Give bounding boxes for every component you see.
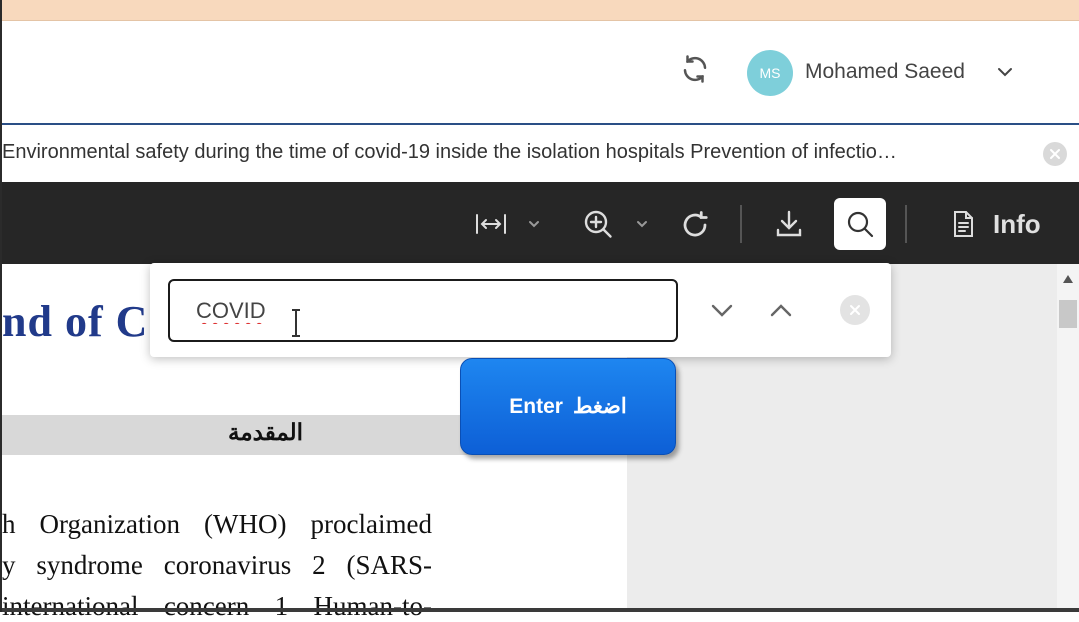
press-label-arabic: اضغط — [572, 395, 627, 418]
enter-label: Enter — [509, 394, 563, 418]
browser-top-strip — [0, 0, 1079, 21]
chevron-down-icon — [711, 304, 733, 317]
zoom-dropdown[interactable] — [632, 214, 652, 234]
fit-width-icon — [476, 214, 506, 234]
search-button[interactable] — [834, 198, 886, 250]
document-heading: nd of Co — [2, 297, 172, 346]
next-result-button[interactable] — [706, 294, 738, 326]
window-bottom-edge — [0, 608, 1079, 612]
document-info-icon — [954, 211, 973, 237]
close-document-button[interactable] — [1043, 142, 1067, 166]
scroll-up-arrow[interactable] — [1063, 275, 1073, 283]
download-button[interactable] — [770, 206, 808, 242]
window-left-edge — [0, 0, 2, 612]
fit-width-button[interactable] — [472, 209, 510, 239]
toolbar-divider — [740, 205, 742, 243]
rotate-icon — [683, 211, 708, 237]
info-label[interactable]: Info — [993, 209, 1041, 240]
scrollbar-thumb[interactable] — [1059, 300, 1077, 328]
paragraph-line: h Organization (WHO) proclaimed — [2, 509, 432, 539]
info-button[interactable] — [948, 206, 978, 242]
chevron-down-icon[interactable] — [995, 62, 1015, 82]
zoom-in-icon — [584, 210, 612, 238]
chevron-down-icon — [529, 221, 539, 228]
download-icon — [776, 210, 802, 237]
enter-instruction-button[interactable]: Enter اضغط — [460, 358, 676, 455]
refresh-button[interactable] — [678, 52, 712, 86]
avatar[interactable]: MS — [747, 50, 793, 96]
close-icon — [1050, 149, 1060, 159]
chevron-down-icon — [637, 221, 647, 228]
paragraph-line: international concern 1 Human-to- — [2, 591, 432, 621]
previous-result-button[interactable] — [765, 294, 797, 326]
toolbar-divider — [905, 205, 907, 243]
search-input[interactable] — [168, 279, 678, 342]
document-title: Environmental safety during the time of … — [2, 141, 897, 163]
paragraph-line: y syndrome coronavirus 2 (SARS- — [2, 550, 432, 580]
user-name[interactable]: Mohamed Saeed — [805, 60, 965, 84]
fit-width-dropdown[interactable] — [524, 214, 544, 234]
refresh-icon — [683, 55, 707, 83]
clear-search-button[interactable] — [840, 295, 870, 325]
rotate-button[interactable] — [678, 208, 712, 242]
text-cursor-icon — [292, 309, 300, 337]
close-icon — [850, 305, 860, 315]
section-title: المقدمة — [228, 420, 304, 445]
chevron-up-icon — [770, 304, 792, 317]
search-icon — [847, 211, 874, 238]
zoom-button[interactable] — [580, 206, 616, 242]
